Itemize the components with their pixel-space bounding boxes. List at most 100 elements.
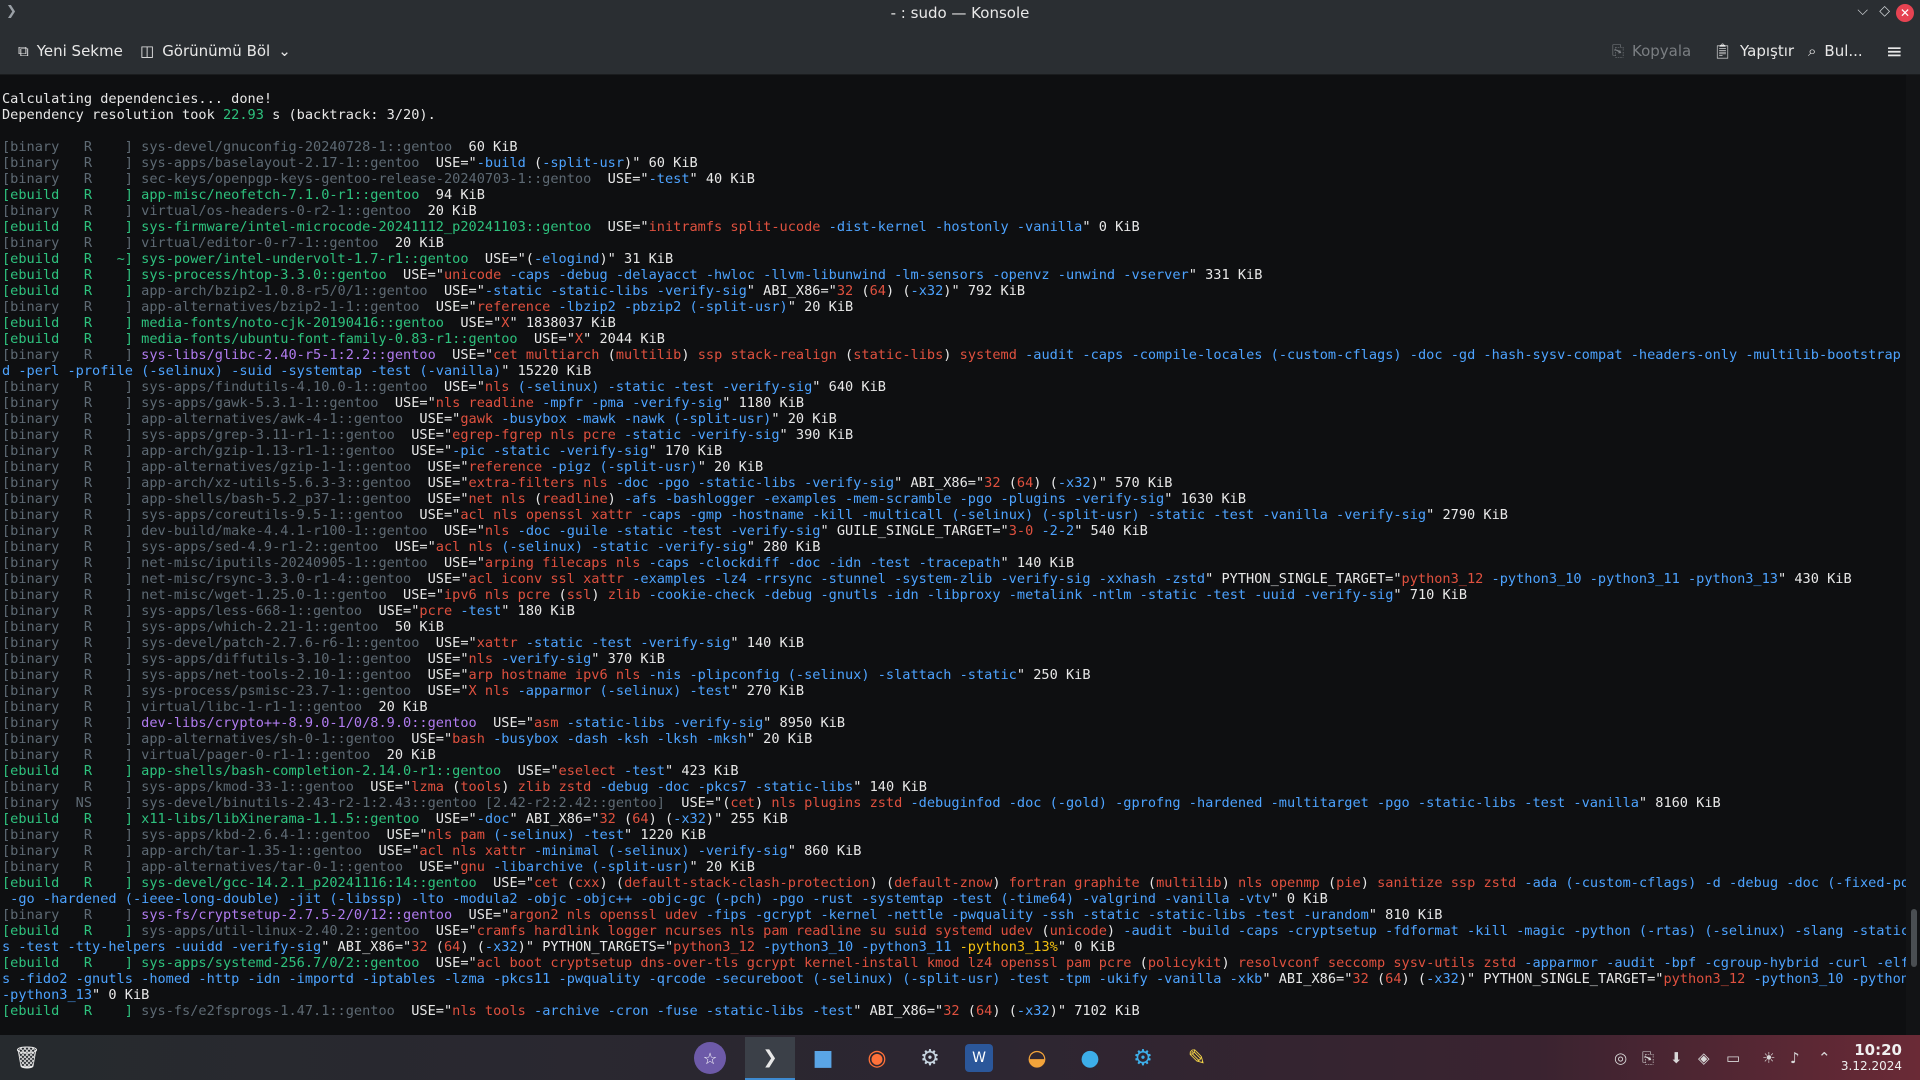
app-launcher-icon[interactable]: ☆	[694, 1042, 726, 1074]
terminal-text: tools	[460, 779, 502, 795]
terminal-text: [ebuild R ]	[2, 811, 142, 827]
terminal-text: -doc -guile -static -test -verify-sig	[509, 523, 821, 539]
terminal-text: sys-apps/util-linux-2.40.2::gentoo	[141, 923, 420, 939]
terminal-text: " 8160 KiB	[1638, 795, 1721, 811]
terminal-line: [ebuild R ] media-fonts/ubuntu-font-fami…	[2, 331, 1906, 347]
tray-expand-icon[interactable]: ⌃	[1818, 1049, 1831, 1067]
terminal-text: [ebuild R ]	[2, 923, 142, 939]
brightness-tray-icon[interactable]: ☀	[1762, 1049, 1775, 1067]
terminal-text: USE="	[362, 603, 420, 619]
terminal-text: [binary R ]	[2, 507, 142, 523]
terminal-text: [binary R ]	[2, 155, 142, 171]
taskbar: 🗑︎ ☆ ❯ ■ ◉ ⚙ W ◒ ● ⚙ ✎ ◎ ⎘ ⬇ ◈ ▭ ☀ ♪ ⌃ 1…	[0, 1035, 1920, 1080]
terminal-text: [binary R ]	[2, 635, 142, 651]
terminal-text: 32	[599, 811, 616, 827]
terminal-text: USE="	[370, 827, 428, 843]
window-title: - : sudo — Konsole	[890, 4, 1030, 22]
terminal-text: 32	[984, 475, 1001, 491]
terminal-text: reference	[476, 299, 551, 315]
maximize-icon[interactable]: ◇	[1879, 3, 1890, 19]
notes-icon[interactable]: ✎	[1178, 1039, 1216, 1077]
file-manager-icon[interactable]: ■	[804, 1039, 842, 1077]
terminal-text: [binary R ]	[2, 299, 142, 315]
minimize-icon[interactable]: ⌵	[1857, 3, 1868, 19]
paste-button[interactable]: 📋︎ Yapıştır	[1713, 40, 1794, 62]
terminal-text: USE="	[403, 411, 461, 427]
terminal-text: [binary R ]	[2, 395, 142, 411]
toolbar: ⧉ Yeni Sekme ◫ Görünümü Böl ⌄ ⎘ Kopyala …	[0, 26, 1920, 75]
ark-icon[interactable]: ◒	[1018, 1039, 1056, 1077]
scrollbar-thumb[interactable]	[1911, 909, 1917, 967]
terminal-text: " 860 KiB	[787, 843, 862, 859]
terminal-text: -examples -lz4 -rrsync -stunnel -system-…	[624, 571, 1206, 587]
terminal-text: bash	[452, 731, 485, 747]
firefox-icon[interactable]: ◉	[858, 1039, 896, 1077]
terminal-text: " ABI_X86="	[853, 1003, 944, 1019]
battery-tray-icon[interactable]: ▭	[1726, 1049, 1740, 1067]
volume-tray-icon[interactable]: ♪	[1790, 1049, 1800, 1067]
terminal-text: USE="	[386, 587, 444, 603]
terminal-text: 60 KiB	[452, 139, 518, 155]
terminal-text: " 15220 KiB	[501, 363, 592, 379]
terminal-text: asm	[534, 715, 559, 731]
terminal-text: 64	[443, 939, 461, 955]
terminal-line: [binary R ] sys-apps/coreutils-9.5-1::ge…	[2, 507, 1906, 523]
terminal-text: eselect	[558, 763, 616, 779]
terminal-text: resolvconf seccomp sysv-utils zstd	[1237, 955, 1517, 971]
find-button[interactable]: ⌕ Bul...	[1808, 40, 1863, 62]
new-tab-button[interactable]: ⧉ Yeni Sekme	[18, 40, 123, 62]
terminal-line: [binary R ] dev-build/make-4.4.1-r100-1:…	[2, 523, 1906, 539]
terminal-text: [binary R ]	[2, 379, 142, 395]
terminal-text: app-shells/bash-5.2_p37-1::gentoo	[141, 491, 412, 507]
steam-tray-icon[interactable]: ◎	[1614, 1049, 1627, 1067]
terminal-text: (	[1033, 923, 1050, 939]
terminal-text: zlib zstd	[517, 779, 592, 795]
terminal-text: [binary R ]	[2, 459, 142, 475]
terminal-text: " 331 KiB	[1188, 267, 1263, 283]
terminal-text: app-alternatives/awk-4-1::gentoo	[141, 411, 404, 427]
trash-icon[interactable]: 🗑︎	[8, 1039, 46, 1077]
terminal-text: -test	[648, 171, 690, 187]
terminal-output[interactable]: Calculating dependencies... done! Depende…	[0, 75, 1906, 1035]
steam-icon[interactable]: ⚙	[911, 1039, 949, 1077]
terminal-text: " 40 KiB	[689, 171, 755, 187]
clipboard-tray-icon[interactable]: ⎘	[1642, 1049, 1654, 1067]
terminal-text: " 140 KiB	[730, 635, 805, 651]
terminal-text: USE="	[476, 875, 534, 891]
terminal-text: [ebuild R ~]	[2, 251, 142, 267]
terminal-text: s (backtrack: 3/20).	[263, 107, 436, 123]
terminal-text: (	[427, 939, 444, 955]
close-icon[interactable]: ✕	[1896, 4, 1914, 22]
terminal-text: USE="	[394, 427, 453, 443]
terminal-text: sys-apps/sed-4.9-r1-2::gentoo	[141, 539, 379, 555]
terminal-text: s -test -tty-helpers -uuidd -verify-sig	[2, 939, 322, 955]
terminal-text: -x32	[910, 283, 944, 299]
updates-tray-icon[interactable]: ⬇	[1670, 1049, 1683, 1067]
copy-button[interactable]: ⎘ Kopyala	[1612, 40, 1691, 62]
discover-icon[interactable]: ●	[1071, 1039, 1109, 1077]
terminal-text: sys-devel/gnuconfig-20240728-1::gentoo	[141, 139, 453, 155]
terminal-text: 3-0	[1008, 523, 1034, 539]
terminal-text: [binary R ]	[2, 667, 142, 683]
clock[interactable]: 10:20 3.12.2024	[1841, 1041, 1902, 1073]
hamburger-menu-icon[interactable]: ≡	[1886, 39, 1903, 63]
terminal-text: " ABI_X86="	[1262, 971, 1353, 987]
terminal-line: [binary R ] sys-process/psmisc-23.7-1::g…	[2, 683, 1906, 699]
terminal-line: [binary R ] virtual/os-headers-0-r2-1::g…	[2, 203, 1906, 219]
terminal-text: " ABI_X86="	[746, 283, 837, 299]
settings-icon[interactable]: ⚙	[1124, 1039, 1162, 1077]
konsole-icon[interactable]: ❯	[745, 1037, 795, 1080]
terminal-text: -fips -gcrypt -kernel -nettle -pwquality…	[697, 907, 1369, 923]
terminal-text: 64	[869, 283, 886, 299]
terminal-text: " 8950 KiB	[763, 715, 846, 731]
terminal-text: [binary R ]	[2, 843, 142, 859]
scrollbar[interactable]	[1906, 75, 1920, 1035]
network-tray-icon[interactable]: ◈	[1698, 1049, 1710, 1067]
terminal-text: -python3_10 -python3_11 -python3_13	[1483, 571, 1778, 587]
terminal-text: acl nls openssl xattr	[460, 507, 633, 523]
terminal-text: [ebuild R ]	[2, 1003, 142, 1019]
terminal-text: app-arch/tar-1.35-1::gentoo	[141, 843, 363, 859]
split-view-button[interactable]: ◫ Görünümü Böl ⌄	[140, 40, 291, 62]
copy-label: Kopyala	[1632, 42, 1692, 60]
word-icon[interactable]: W	[965, 1044, 993, 1072]
